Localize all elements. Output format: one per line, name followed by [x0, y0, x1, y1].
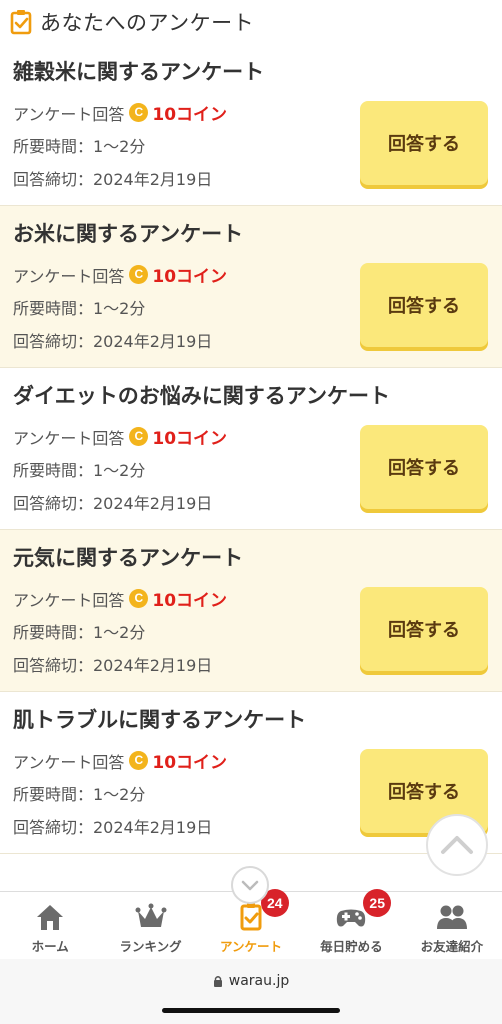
- survey-reward: アンケート回答 C 10コイン: [13, 100, 227, 125]
- survey-reward: アンケート回答 C 10コイン: [13, 586, 227, 611]
- survey-title[interactable]: お米に関するアンケート: [13, 218, 243, 248]
- answer-button[interactable]: 回答する: [360, 587, 488, 671]
- survey-deadline: 回答締切：2024年2月19日: [13, 170, 213, 189]
- chevron-up-icon: [441, 836, 473, 854]
- tab-label: お友達紹介: [420, 939, 484, 954]
- reward-label: アンケート回答: [13, 590, 125, 610]
- survey-title[interactable]: 肌トラブルに関するアンケート: [13, 704, 306, 734]
- survey-card: ダイエットのお悩みに関するアンケート アンケート回答 C 10コイン 所要時間：…: [0, 368, 502, 530]
- collapse-tabbar-button[interactable]: [231, 866, 269, 904]
- chevron-down-icon: [241, 880, 259, 891]
- tab-home[interactable]: ホーム: [0, 892, 100, 959]
- coin-icon: C: [129, 265, 149, 284]
- tab-ranking[interactable]: ランキング: [100, 892, 200, 959]
- reward-label: アンケート回答: [13, 266, 125, 286]
- coin-icon: C: [129, 103, 149, 122]
- tab-label: アンケート: [220, 939, 283, 954]
- survey-icon: [10, 10, 32, 35]
- survey-reward: アンケート回答 C 10コイン: [13, 748, 227, 773]
- survey-deadline: 回答締切：2024年2月19日: [13, 656, 213, 675]
- reward-amount: 10コイン: [152, 267, 228, 287]
- survey-reward: アンケート回答 C 10コイン: [13, 424, 227, 449]
- reward-label: アンケート回答: [13, 428, 125, 448]
- reward-amount: 10コイン: [152, 753, 228, 773]
- tab-label: ランキング: [119, 939, 182, 954]
- survey-deadline: 回答締切：2024年2月19日: [13, 332, 213, 351]
- survey-title[interactable]: 雑穀米に関するアンケート: [13, 56, 264, 86]
- friends-icon: [436, 905, 467, 929]
- survey-reward: アンケート回答 C 10コイン: [13, 262, 227, 287]
- url-display[interactable]: warau.jp: [0, 973, 502, 989]
- answer-button[interactable]: 回答する: [360, 263, 488, 347]
- survey-card: 元気に関するアンケート アンケート回答 C 10コイン 所要時間：1〜2分 回答…: [0, 530, 502, 692]
- reward-label: アンケート回答: [13, 752, 125, 772]
- survey-card: お米に関するアンケート アンケート回答 C 10コイン 所要時間：1〜2分 回答…: [0, 206, 502, 368]
- survey-time: 所要時間：1〜2分: [13, 137, 146, 156]
- survey-title[interactable]: 元気に関するアンケート: [13, 542, 243, 572]
- notification-badge: 25: [363, 889, 392, 917]
- answer-button[interactable]: 回答する: [360, 101, 488, 185]
- browser-address-bar[interactable]: warau.jp: [0, 959, 502, 1024]
- coin-icon: C: [129, 427, 149, 446]
- survey-time: 所要時間：1〜2分: [13, 299, 146, 318]
- url-text: warau.jp: [228, 973, 290, 989]
- reward-label: アンケート回答: [13, 104, 125, 124]
- reward-amount: 10コイン: [152, 429, 228, 449]
- survey-time: 所要時間：1〜2分: [13, 461, 146, 480]
- answer-button[interactable]: 回答する: [360, 425, 488, 509]
- tab-daily-savings[interactable]: 毎日貯める 25: [301, 889, 401, 959]
- scroll-to-top-button[interactable]: [426, 814, 488, 876]
- coin-icon: C: [129, 589, 149, 608]
- survey-title[interactable]: ダイエットのお悩みに関するアンケート: [13, 380, 390, 410]
- tab-invite-friends[interactable]: お友達紹介: [402, 892, 502, 959]
- survey-time: 所要時間：1〜2分: [13, 623, 146, 642]
- home-icon: [37, 905, 64, 930]
- survey-deadline: 回答締切：2024年2月19日: [13, 494, 213, 513]
- lock-icon: [213, 976, 222, 987]
- page-title: あなたへのアンケート: [40, 11, 255, 35]
- survey-deadline: 回答締切：2024年2月19日: [13, 818, 213, 837]
- reward-amount: 10コイン: [152, 591, 228, 611]
- survey-card: 肌トラブルに関するアンケート アンケート回答 C 10コイン 所要時間：1〜2分…: [0, 692, 502, 854]
- coin-icon: C: [129, 751, 149, 770]
- home-indicator[interactable]: [162, 1008, 340, 1013]
- tab-label: ホーム: [31, 939, 69, 954]
- page-header: あなたへのアンケート: [0, 0, 502, 44]
- crown-icon: [135, 903, 167, 927]
- survey-list: 雑穀米に関するアンケート アンケート回答 C 10コイン 所要時間：1〜2分 回…: [0, 44, 502, 854]
- survey-card: 雑穀米に関するアンケート アンケート回答 C 10コイン 所要時間：1〜2分 回…: [0, 44, 502, 206]
- survey-time: 所要時間：1〜2分: [13, 785, 146, 804]
- tab-label: 毎日貯める: [320, 939, 383, 954]
- reward-amount: 10コイン: [152, 105, 228, 125]
